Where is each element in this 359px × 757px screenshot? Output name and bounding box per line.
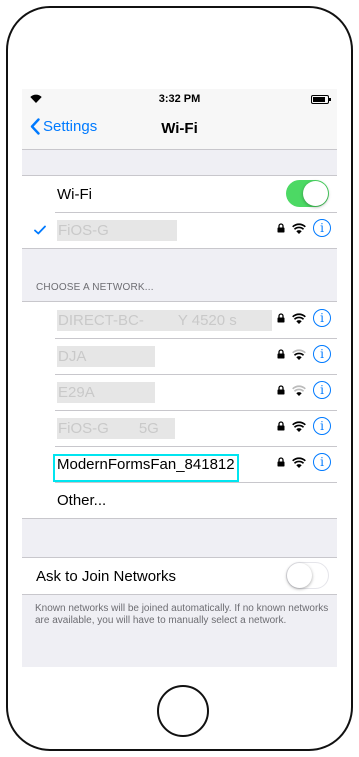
- network-row-modernforms[interactable]: ModernFormsFan_841812 i: [22, 446, 337, 482]
- info-icon[interactable]: i: [313, 381, 331, 399]
- network-icons: i: [277, 453, 331, 471]
- ask-to-join-label: Ask to Join Networks: [36, 567, 177, 585]
- network-icons: i: [277, 417, 331, 435]
- toggle-knob: [303, 181, 328, 206]
- status-time: 3:32 PM: [158, 93, 201, 105]
- network-name: E29A: [57, 382, 155, 403]
- info-icon[interactable]: i: [313, 309, 331, 327]
- choose-network-header: CHOOSE A NETWORK...: [36, 282, 154, 293]
- network-row[interactable]: DJA i: [22, 338, 337, 374]
- ask-to-join-footer: Known networks will be joined automatica…: [35, 603, 329, 626]
- navigation-bar: Settings Wi-Fi: [22, 109, 337, 150]
- wifi-signal-icon: [292, 384, 306, 396]
- lock-icon: [277, 313, 285, 323]
- lock-icon: [277, 385, 285, 395]
- lock-icon: [277, 457, 285, 467]
- wifi-label: Wi-Fi: [57, 185, 92, 203]
- network-icons: i: [277, 345, 331, 363]
- page-title: Wi-Fi: [161, 120, 198, 137]
- lock-icon: [277, 421, 285, 431]
- networks-group: DIRECT-BC- Y 4520 s i DJA i E29A i FiOS-…: [22, 301, 337, 519]
- network-icons: i: [277, 381, 331, 399]
- toggle-knob: [287, 563, 312, 588]
- screen: 3:32 PM Settings Wi-Fi Wi-Fi FiOS-G i CH…: [22, 89, 337, 667]
- ask-to-join-row: Ask to Join Networks: [22, 558, 337, 594]
- network-name: FiOS-G: [57, 220, 177, 241]
- network-name: DJA: [57, 346, 155, 367]
- wifi-signal-icon: [292, 222, 306, 234]
- lock-icon: [277, 223, 285, 233]
- network-icons: i: [277, 219, 331, 237]
- info-icon[interactable]: i: [313, 453, 331, 471]
- ask-to-join-group: Ask to Join Networks: [22, 557, 337, 595]
- network-row[interactable]: DIRECT-BC- Y 4520 s i: [22, 302, 337, 338]
- network-name: DIRECT-BC- Y 4520 s: [57, 310, 272, 331]
- network-name: ModernFormsFan_841812: [57, 455, 235, 473]
- connected-network-row[interactable]: FiOS-G i: [22, 212, 337, 248]
- wifi-group: Wi-Fi FiOS-G i: [22, 175, 337, 249]
- wifi-toggle[interactable]: [286, 180, 329, 207]
- info-icon[interactable]: i: [313, 345, 331, 363]
- status-bar: 3:32 PM: [22, 89, 337, 109]
- other-label: Other...: [57, 491, 107, 509]
- other-network-row[interactable]: Other...: [22, 482, 337, 518]
- lock-icon: [277, 349, 285, 359]
- wifi-signal-icon: [292, 348, 306, 360]
- battery-icon: [311, 95, 331, 104]
- info-icon[interactable]: i: [313, 417, 331, 435]
- network-row[interactable]: E29A i: [22, 374, 337, 410]
- wifi-toggle-row: Wi-Fi: [22, 176, 337, 212]
- network-name: FiOS-G 5G: [57, 418, 175, 439]
- network-icons: i: [277, 309, 331, 327]
- wifi-signal-icon: [292, 456, 306, 468]
- home-button[interactable]: [157, 685, 209, 737]
- network-row[interactable]: FiOS-G 5G i: [22, 410, 337, 446]
- wifi-signal-icon: [292, 420, 306, 432]
- checkmark-icon: [34, 222, 46, 239]
- info-icon[interactable]: i: [313, 219, 331, 237]
- wifi-signal-icon: [292, 312, 306, 324]
- ask-to-join-toggle[interactable]: [286, 562, 329, 589]
